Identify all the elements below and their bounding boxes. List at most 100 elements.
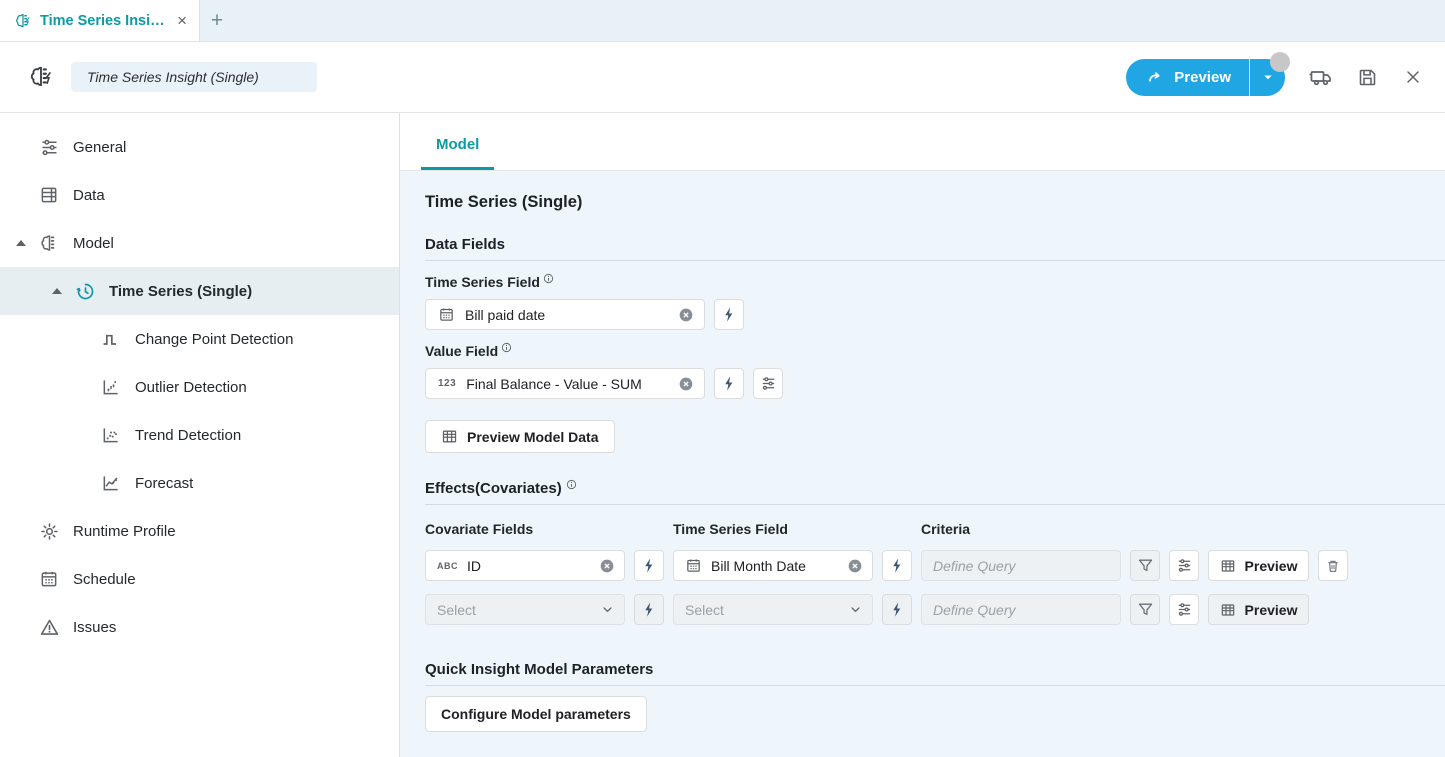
criteria-query-input[interactable]: Define Query <box>921 594 1121 625</box>
calendar-icon <box>438 306 455 323</box>
sliders-icon <box>1176 601 1193 618</box>
filter-button[interactable] <box>1130 594 1160 625</box>
column-header-covariate-fields: Covariate Fields <box>425 521 664 537</box>
sidebar-item-outlier-detection[interactable]: Outlier Detection <box>0 363 399 411</box>
funnel-icon <box>1137 557 1154 574</box>
status-badge <box>1270 52 1290 72</box>
model-config-panel: Time Series (Single) Data Fields Time Se… <box>400 171 1445 757</box>
step-chart-icon <box>100 328 122 350</box>
trash-icon <box>1325 558 1341 574</box>
active-document-tab[interactable]: Time Series Insi… × <box>0 0 200 41</box>
trend-chart-icon <box>100 424 122 446</box>
suggest-field-button[interactable] <box>882 550 912 581</box>
clear-field-icon[interactable] <box>847 558 863 574</box>
criteria-settings-button[interactable] <box>1169 550 1199 581</box>
sidebar-item-label: Outlier Detection <box>135 379 247 396</box>
sidebar-item-runtime-profile[interactable]: Runtime Profile <box>0 507 399 555</box>
sidebar-item-trend-detection[interactable]: Trend Detection <box>0 411 399 459</box>
calendar-icon <box>38 568 60 590</box>
column-header-criteria: Criteria <box>921 521 1348 537</box>
browser-tabstrip: Time Series Insi… × + <box>0 0 1445 42</box>
lightning-icon <box>641 601 658 618</box>
insight-brain-icon <box>28 64 54 90</box>
covariate-time-series-select[interactable]: Select <box>673 594 873 625</box>
sidebar-item-issues[interactable]: Issues <box>0 603 399 651</box>
field-value: Bill paid date <box>465 307 668 323</box>
covariate-preview-button[interactable]: Preview <box>1208 594 1309 625</box>
data-table-icon <box>38 184 60 206</box>
sidebar-item-time-series-single[interactable]: Time Series (Single) <box>0 267 399 315</box>
preview-model-data-button[interactable]: Preview Model Data <box>425 420 615 453</box>
sidebar-item-label: Runtime Profile <box>73 523 176 540</box>
suggest-field-button[interactable] <box>714 368 744 399</box>
save-icon[interactable] <box>1355 65 1379 89</box>
covariate-time-series-chip[interactable]: Bill Month Date <box>673 550 873 581</box>
covariate-field-select[interactable]: Select <box>425 594 625 625</box>
suggest-field-button[interactable] <box>882 594 912 625</box>
collapse-caret-icon[interactable] <box>52 288 74 294</box>
brain-icon <box>38 232 60 254</box>
table-icon <box>1220 602 1236 618</box>
info-icon <box>543 271 554 287</box>
covariate-field-chip[interactable]: ABC ID <box>425 550 625 581</box>
clock-history-icon <box>74 280 96 302</box>
warning-icon <box>38 616 60 638</box>
insight-tab-icon <box>14 12 32 30</box>
forecast-chart-icon <box>100 472 122 494</box>
delete-covariate-button[interactable] <box>1318 550 1348 581</box>
preview-button[interactable]: Preview <box>1126 59 1249 96</box>
preview-split-button: Preview <box>1126 59 1285 96</box>
column-header-time-series-field: Time Series Field <box>673 521 912 537</box>
sidebar-item-general[interactable]: General <box>0 123 399 171</box>
field-settings-button[interactable] <box>753 368 783 399</box>
placeholder-text: Select <box>437 602 591 618</box>
sidebar-item-change-point-detection[interactable]: Change Point Detection <box>0 315 399 363</box>
value-field-chip[interactable]: 123 Final Balance - Value - SUM <box>425 368 705 399</box>
close-icon[interactable] <box>1401 65 1425 89</box>
suggest-field-button[interactable] <box>714 299 744 330</box>
deploy-truck-icon[interactable] <box>1309 65 1333 89</box>
chevron-down-icon <box>848 602 863 617</box>
covariate-preview-button[interactable]: Preview <box>1208 550 1309 581</box>
tab-model[interactable]: Model <box>421 136 494 170</box>
preview-run-icon <box>1146 68 1165 87</box>
divider <box>425 260 1445 261</box>
sidebar-item-data[interactable]: Data <box>0 171 399 219</box>
suggest-field-button[interactable] <box>634 594 664 625</box>
sidebar-item-forecast[interactable]: Forecast <box>0 459 399 507</box>
criteria-settings-button[interactable] <box>1169 594 1199 625</box>
field-value: Bill Month Date <box>711 558 838 574</box>
clear-field-icon[interactable] <box>599 558 615 574</box>
lightning-icon <box>721 306 738 323</box>
sidebar-item-label: Change Point Detection <box>135 331 293 348</box>
clear-field-icon[interactable] <box>678 376 694 392</box>
tab-close-icon[interactable]: × <box>175 10 189 31</box>
sliders-icon <box>38 136 60 158</box>
calendar-icon <box>685 557 702 574</box>
criteria-query-input[interactable]: Define Query <box>921 550 1121 581</box>
lightning-icon <box>641 557 658 574</box>
sidebar-item-label: Time Series (Single) <box>109 283 252 300</box>
suggest-field-button[interactable] <box>634 550 664 581</box>
sidebar-item-model[interactable]: Model <box>0 219 399 267</box>
time-series-field-chip[interactable]: Bill paid date <box>425 299 705 330</box>
chevron-down-icon <box>600 602 615 617</box>
collapse-caret-icon[interactable] <box>16 240 38 246</box>
sidebar-item-schedule[interactable]: Schedule <box>0 555 399 603</box>
configure-model-parameters-button[interactable]: Configure Model parameters <box>425 696 647 732</box>
funnel-icon <box>1137 601 1154 618</box>
new-tab-button[interactable]: + <box>200 0 234 41</box>
sliders-icon <box>1176 557 1193 574</box>
preview-button-label: Preview <box>1174 69 1231 86</box>
placeholder-text: Define Query <box>933 602 1015 618</box>
table-icon <box>1220 558 1236 574</box>
filter-button[interactable] <box>1130 550 1160 581</box>
insight-name-input[interactable] <box>71 62 317 92</box>
clear-field-icon[interactable] <box>678 307 694 323</box>
data-fields-heading: Data Fields <box>425 236 505 253</box>
sidebar-item-label: Trend Detection <box>135 427 241 444</box>
sidebar: General Data Model Time Series (Single) … <box>0 113 400 757</box>
divider <box>425 504 1445 505</box>
sidebar-item-label: Data <box>73 187 105 204</box>
numeric-type-icon: 123 <box>438 378 456 389</box>
